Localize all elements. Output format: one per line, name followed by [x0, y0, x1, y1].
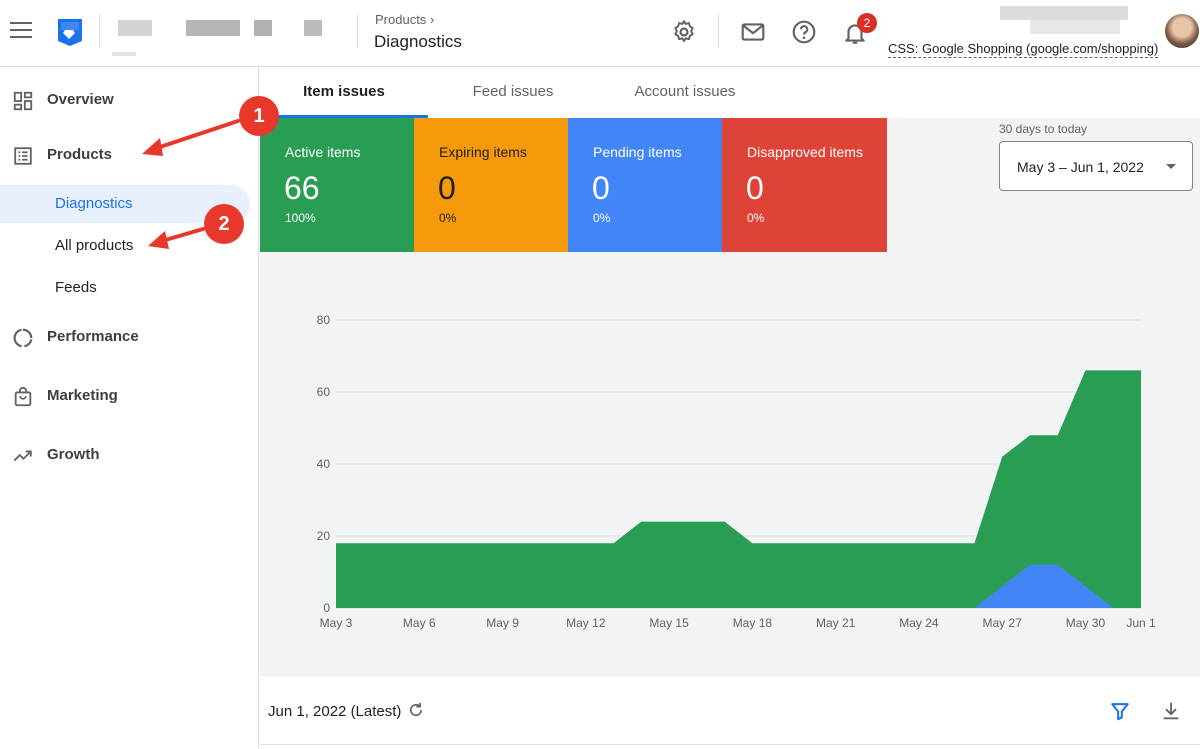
sidebar-item-label: Marketing [47, 387, 118, 404]
y-tick-label: 20 [317, 529, 331, 543]
avatar[interactable] [1165, 14, 1199, 48]
table-toolbar: Jun 1, 2022 (Latest) [260, 675, 1200, 749]
sidebar-item-performance[interactable]: Performance [0, 317, 259, 357]
tile-value: 0 [592, 170, 610, 206]
y-tick-label: 60 [317, 385, 331, 399]
redacted-block [1000, 6, 1128, 20]
x-tick-label: May 21 [816, 616, 856, 630]
item-status-chart: 0 20 40 60 80 May 3 May 6 May 9 May 12 May 15 May … [317, 313, 1156, 630]
sidebar-item-marketing[interactable]: Marketing [0, 376, 259, 416]
divider [718, 14, 719, 48]
sidebar-item-label: Performance [47, 328, 139, 345]
breadcrumb[interactable]: Products › [375, 12, 434, 27]
refresh-icon[interactable] [407, 701, 425, 719]
settings-icon[interactable] [671, 19, 697, 45]
issue-tabs: Item issues Feed issues Account issues [260, 67, 1200, 118]
sidebar-item-label: Diagnostics [55, 195, 133, 212]
x-tick-label: May 12 [566, 616, 606, 630]
redacted-block [304, 20, 322, 36]
series-area-0 [336, 370, 1141, 608]
help-icon[interactable] [791, 19, 817, 45]
sidebar-item-overview[interactable]: Overview [0, 80, 259, 120]
download-icon[interactable] [1160, 700, 1182, 722]
account-name[interactable]: CSS: Google Shopping (google.com/shoppin… [888, 41, 1159, 58]
shopping-bag-icon [14, 386, 32, 407]
snapshot-date: Jun 1, 2022 (Latest) [268, 703, 402, 720]
sidebar-item-label: Products [47, 146, 113, 163]
divider [357, 14, 358, 48]
tile-disapproved-items[interactable]: Disapproved items 0 0% [722, 118, 887, 252]
sidebar-item-label: Growth [47, 446, 100, 463]
x-tick-label: Jun 1 [1126, 616, 1156, 630]
redacted-block [112, 52, 136, 56]
divider [260, 744, 1200, 745]
mail-icon[interactable] [740, 19, 766, 45]
annotation-marker-1: 1 [239, 96, 279, 136]
merchant-center-logo[interactable] [55, 16, 85, 48]
redacted-block [254, 20, 272, 36]
filter-icon[interactable] [1109, 700, 1131, 722]
x-tick-label: May 3 [320, 616, 353, 630]
redacted-block [1030, 20, 1120, 34]
tile-expiring-items[interactable]: Expiring items 0 0% [414, 118, 568, 252]
redacted-block [186, 20, 240, 36]
sidebar-item-growth[interactable]: Growth [0, 435, 259, 475]
x-tick-label: May 27 [983, 616, 1023, 630]
sidebar-nav: Overview Products Diagnostics All produc… [0, 67, 259, 749]
tile-value: 0 [746, 170, 764, 206]
tab-account-issues[interactable]: Account issues [598, 67, 772, 118]
tile-percent: 100% [285, 211, 316, 225]
list-icon [14, 147, 32, 165]
divider [99, 14, 100, 48]
dropdown-arrow-icon [1166, 164, 1176, 169]
x-tick-label: May 9 [486, 616, 519, 630]
y-tick-label: 0 [323, 601, 330, 615]
x-tick-label: May 6 [403, 616, 436, 630]
y-tick-label: 40 [317, 457, 331, 471]
sidebar-item-label: All products [55, 237, 134, 254]
page-title: Diagnostics [374, 32, 462, 51]
sidebar-item-label: Overview [47, 91, 114, 108]
redacted-block [118, 20, 152, 36]
tile-percent: 0% [593, 211, 611, 225]
date-range-value: May 3 – Jun 1, 2022 [1017, 159, 1144, 175]
x-tick-label: May 18 [733, 616, 773, 630]
x-tick-label: May 30 [1066, 616, 1106, 630]
annotation-marker-2: 2 [204, 204, 244, 244]
tile-label: Expiring items [439, 144, 527, 160]
sidebar-item-products[interactable]: Products [0, 135, 259, 175]
sidebar-item-feeds[interactable]: Feeds [0, 269, 250, 307]
donut-icon [13, 328, 33, 348]
x-tick-label: May 15 [649, 616, 689, 630]
dashboard-icon [13, 91, 33, 111]
tile-active-items[interactable]: Active items 66 100% [260, 118, 414, 252]
tab-feed-issues[interactable]: Feed issues [428, 67, 598, 118]
date-range-select[interactable]: May 3 – Jun 1, 2022 [999, 141, 1193, 191]
sidebar-item-label: Feeds [55, 279, 97, 296]
top-app-bar: Products › Diagnostics 2 CSS: Google Sho… [0, 0, 1200, 67]
breadcrumb-parent[interactable]: Products [375, 12, 426, 27]
tab-item-issues[interactable]: Item issues [260, 67, 428, 118]
tile-value: 66 [284, 170, 320, 206]
y-tick-label: 80 [317, 313, 331, 327]
date-range-caption: 30 days to today [999, 122, 1088, 136]
notifications-badge: 2 [857, 13, 877, 33]
tile-value: 0 [438, 170, 456, 206]
x-tick-label: May 24 [899, 616, 939, 630]
chevron-right-icon: › [429, 12, 435, 27]
menu-icon[interactable] [10, 22, 32, 40]
tile-label: Active items [285, 144, 361, 160]
tile-label: Disapproved items [747, 144, 863, 160]
tile-percent: 0% [439, 211, 457, 225]
tile-pending-items[interactable]: Pending items 0 0% [568, 118, 722, 252]
trending-up-icon [13, 450, 32, 462]
tile-label: Pending items [593, 144, 682, 160]
tile-percent: 0% [747, 211, 765, 225]
